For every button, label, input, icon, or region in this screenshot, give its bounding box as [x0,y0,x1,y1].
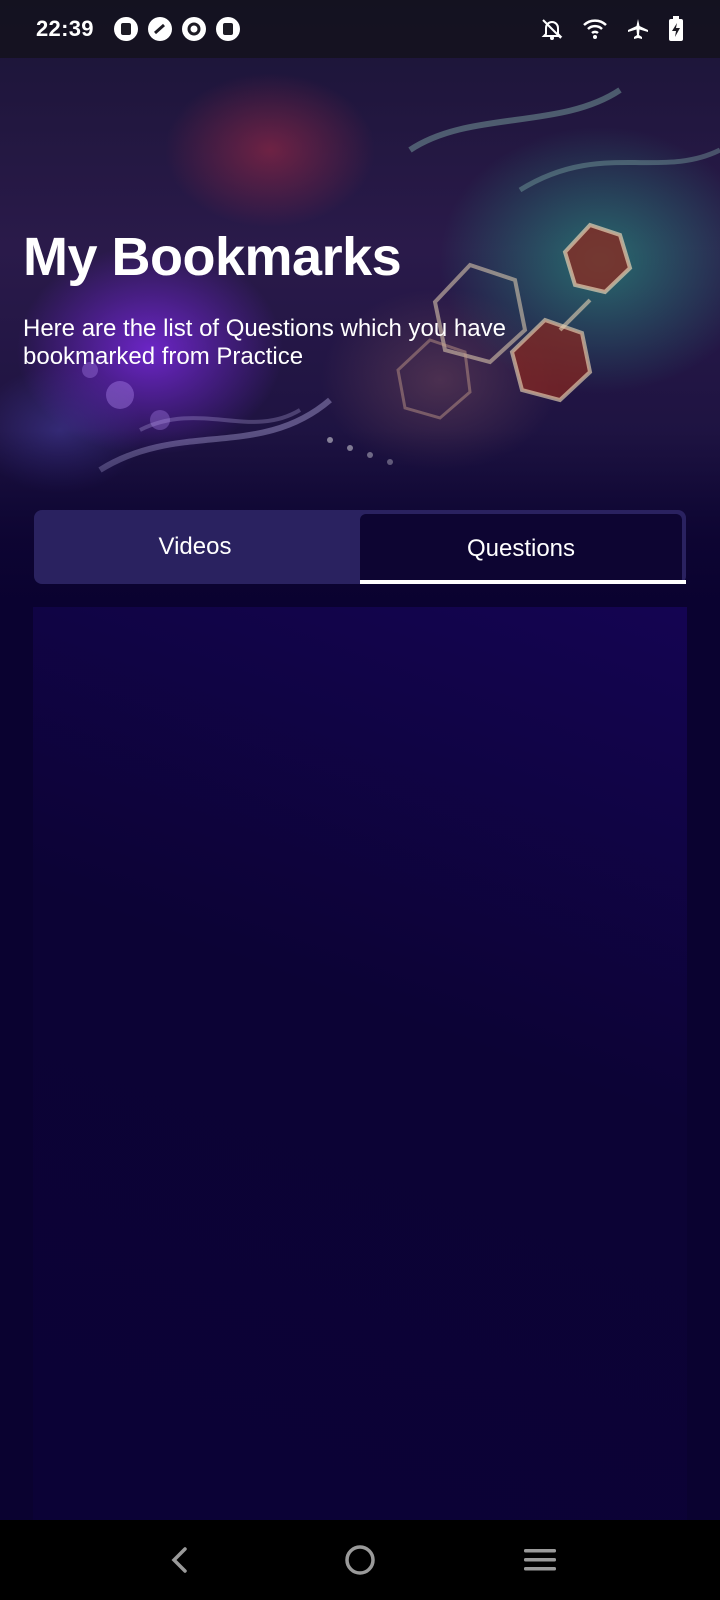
app-notification-icon [113,17,138,41]
app-notification-icon [215,17,240,41]
bookmarks-screen: 22:39 My Bookmarks Here are the list of … [0,0,720,1600]
back-button[interactable] [150,1530,210,1590]
home-button[interactable] [330,1530,390,1590]
recents-button[interactable] [510,1530,570,1590]
active-tab-indicator [360,580,686,584]
sync-icon [181,17,206,41]
status-bar: 22:39 [0,0,720,58]
system-icons [540,16,684,42]
wifi-icon [583,19,607,39]
back-icon [171,1547,187,1573]
menu-icon [524,1549,556,1571]
home-icon [345,1545,375,1575]
speedometer-icon [147,17,172,41]
bookmarked-questions-list[interactable] [33,607,687,1520]
navigation-bar [0,1520,720,1600]
page-subtitle: Here are the list of Questions which you… [23,315,506,370]
bell-off-icon [541,19,563,40]
tab-questions[interactable]: Questions [360,514,682,584]
status-time: 22:39 [36,16,94,41]
tab-videos[interactable]: Videos [34,510,356,584]
notification-icons [113,17,240,41]
airplane-icon [628,19,648,39]
bookmark-tabs: Videos Questions [34,510,686,584]
page-title: My Bookmarks [23,227,402,287]
battery-charging-icon [669,16,683,41]
